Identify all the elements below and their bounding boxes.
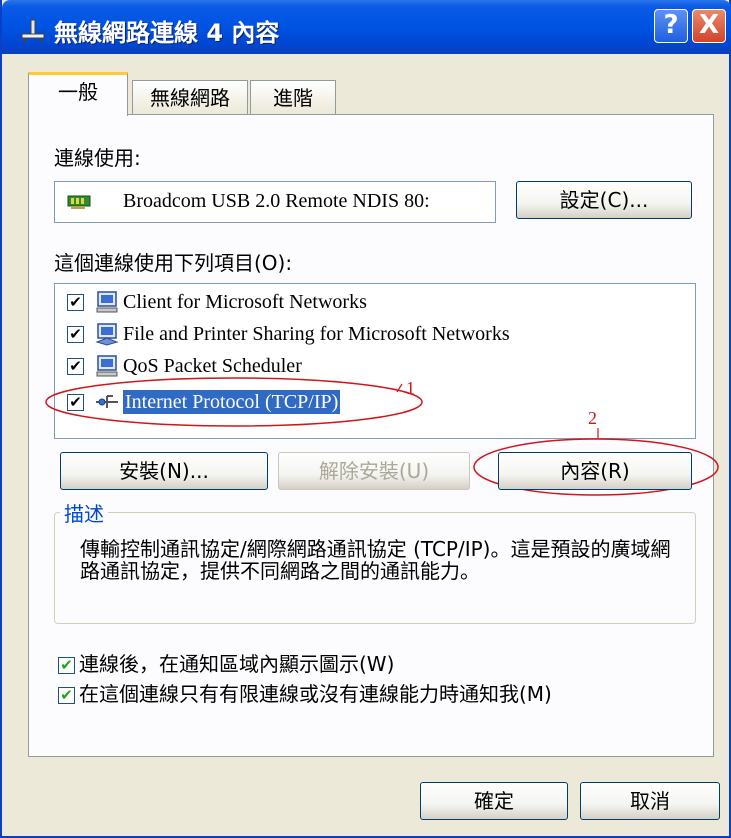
annotation-marker-2: 2 — [588, 408, 597, 428]
ok-button[interactable]: 確定 — [420, 782, 568, 820]
properties-button[interactable]: 內容(R) — [498, 452, 692, 490]
description-title: 描述 — [60, 498, 108, 527]
annotation-overlay — [45, 377, 719, 496]
notify-checkbox[interactable]: ✔ — [58, 687, 75, 704]
notify-label: 在這個連線只有有限連線或沒有連線能力時通知我(M) — [79, 682, 552, 706]
uninstall-button[interactable]: 解除安裝(U) — [278, 452, 470, 490]
install-button[interactable]: 安裝(N)... — [60, 452, 268, 490]
cancel-button[interactable]: 取消 — [580, 782, 720, 820]
show-icon-checkbox[interactable]: ✔ — [58, 657, 75, 674]
notify-option[interactable]: ✔ 在這個連線只有有限連線或沒有連線能力時通知我(M) — [58, 678, 552, 706]
show-icon-label: 連線後，在通知區域內顯示圖示(W) — [79, 652, 395, 676]
properties-window: 無線網路連線 4 內容 ? X 一般 無線網路 進階 連線使用: Broadco… — [0, 0, 731, 838]
description-text: 傳輸控制通訊協定/網際網路通訊協定 (TCP/IP)。這是預設的廣域網路通訊協定… — [80, 537, 671, 583]
tab-general[interactable]: 一般 — [28, 72, 128, 116]
annotation-marker-1: 1 — [406, 378, 415, 398]
show-icon-option[interactable]: ✔ 連線後，在通知區域內顯示圖示(W) — [58, 648, 395, 676]
